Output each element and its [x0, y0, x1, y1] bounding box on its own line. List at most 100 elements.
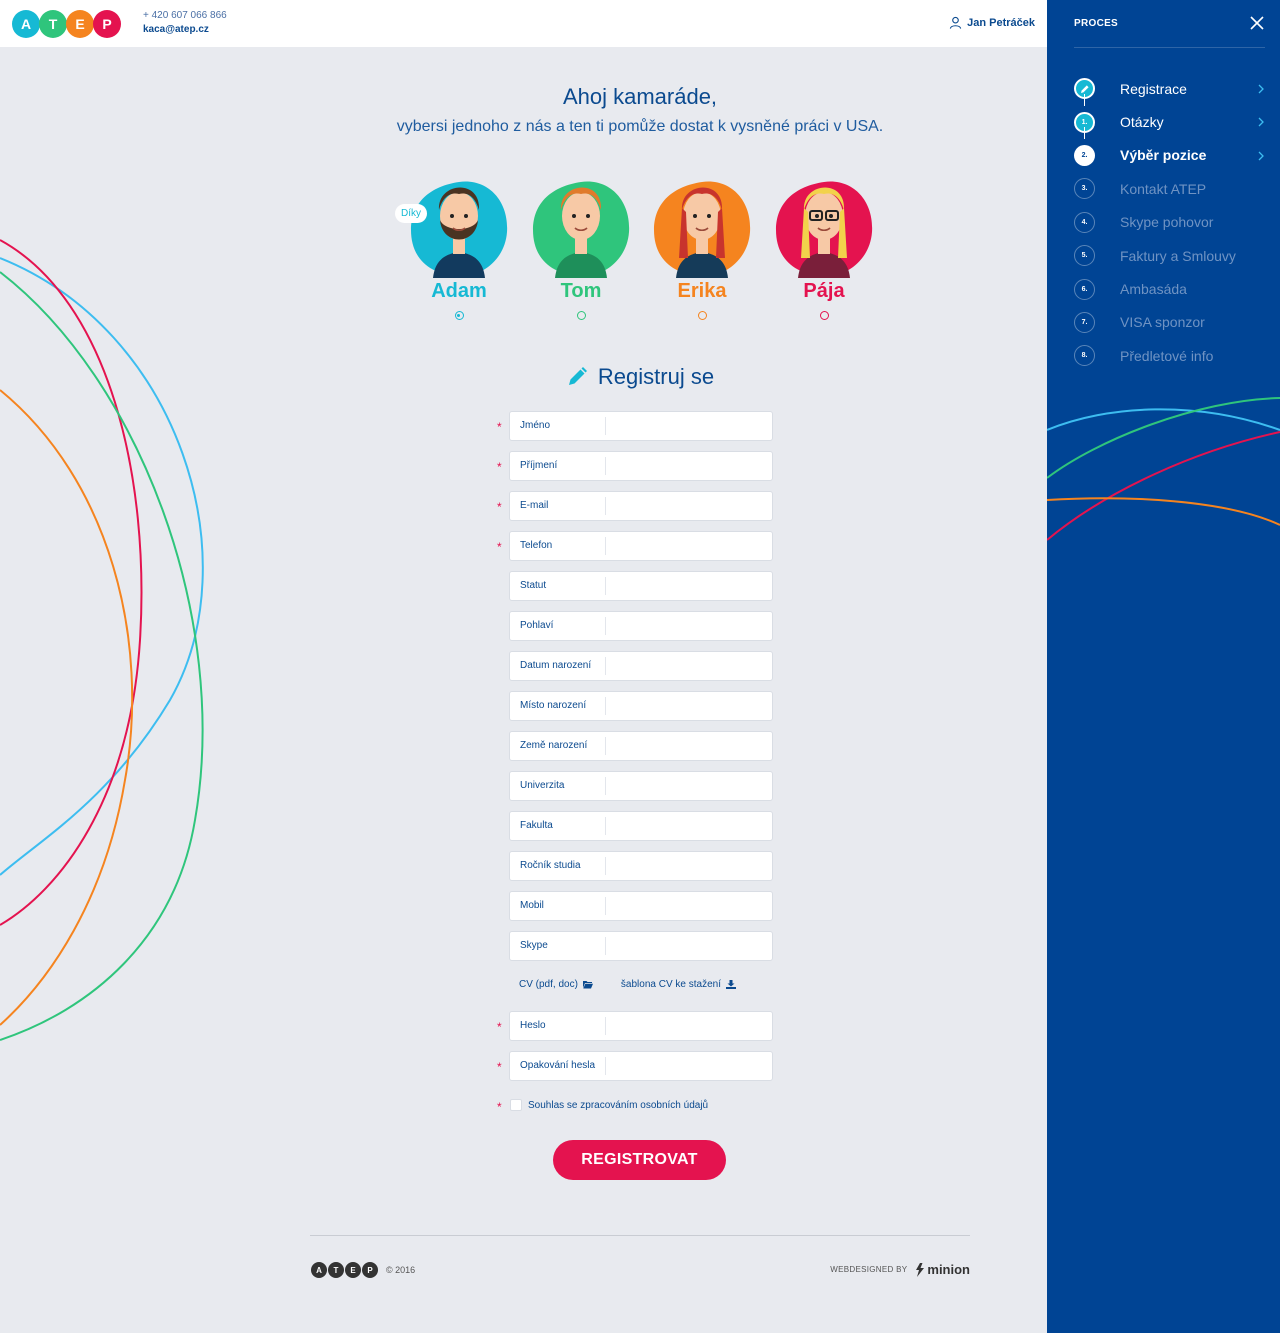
form-field: Telefon — [509, 531, 773, 561]
pencil-icon — [568, 367, 587, 385]
form-field: Ročník studia — [509, 851, 773, 881]
required-mark: * — [497, 1060, 502, 1074]
contact-info: + 420 607 066 866 kaca@atep.cz — [143, 9, 227, 37]
footer-logo-letter: E — [345, 1262, 361, 1278]
speech-bubble: Díky — [395, 204, 427, 223]
field-input[interactable] — [606, 812, 772, 840]
process-step-8: 7. VISA sponzor — [1074, 306, 1264, 339]
avatar-erika[interactable]: Erika — [652, 160, 752, 320]
field-input[interactable] — [606, 1012, 772, 1040]
field-input[interactable] — [606, 732, 772, 760]
process-step-6: 5. Faktury a Smlouvy — [1074, 239, 1264, 272]
field-input[interactable] — [606, 412, 772, 440]
form-field: Pohlaví — [509, 611, 773, 641]
cv-template-download-link[interactable]: šablona CV ke stažení — [621, 979, 736, 990]
step-label: VISA sponzor — [1120, 314, 1205, 331]
field-label: Fakulta — [510, 817, 606, 835]
avatar-name: Pája — [803, 280, 845, 302]
avatar-tom[interactable]: Tom — [531, 160, 631, 320]
download-icon — [725, 980, 736, 989]
field-label: Statut — [510, 577, 606, 595]
minion-logo: minion — [913, 1262, 970, 1277]
form-field: Datum narození — [509, 651, 773, 681]
step-number: 2. — [1074, 144, 1095, 166]
folder-open-icon — [582, 981, 593, 989]
user-icon — [949, 16, 962, 29]
process-step-4: 3. Kontakt ATEP — [1074, 172, 1264, 205]
field-label: Pohlaví — [510, 617, 606, 635]
field-label: Telefon — [510, 537, 606, 555]
greeting-title: Ahoj kamaráde, — [562, 84, 718, 109]
cv-upload-label: CV (pdf, doc) — [519, 979, 578, 990]
footer-credit[interactable]: WEBDESIGNED BY minion — [830, 1262, 970, 1277]
avatar-radio[interactable] — [454, 311, 464, 320]
field-label: Mobil — [510, 897, 606, 915]
step-number: 6. — [1074, 278, 1095, 300]
form-title: Registruj se — [0, 364, 1280, 390]
cv-template-label: šablona CV ke stažení — [620, 979, 721, 990]
avatar-radio[interactable] — [819, 311, 829, 320]
avatar-radio[interactable] — [697, 311, 707, 320]
decorative-curves-left — [0, 239, 204, 1041]
user-menu[interactable]: Jan Petráček — [949, 16, 1035, 29]
field-input[interactable] — [606, 852, 772, 880]
form-field: Skype — [509, 931, 773, 961]
avatar-illustration — [531, 160, 630, 278]
form-field: Univerzita — [509, 771, 773, 801]
field-label: Univerzita — [510, 777, 606, 795]
form-field: E-mail — [509, 491, 773, 521]
process-step-7: 6. Ambasáda — [1074, 272, 1264, 305]
contact-phone[interactable]: + 420 607 066 866 — [143, 9, 227, 23]
consent-label: Souhlas se zpracováním osobních údajů — [528, 1099, 709, 1111]
field-input[interactable] — [606, 652, 772, 680]
avatar-pája[interactable]: Pája — [774, 160, 874, 320]
register-button[interactable]: REGISTROVAT — [553, 1140, 726, 1180]
field-input[interactable] — [606, 532, 772, 560]
logo-letter: T — [39, 10, 67, 38]
close-icon[interactable] — [1250, 16, 1264, 30]
user-name: Jan Petráček — [967, 16, 1035, 29]
minion-mark-icon — [916, 1262, 925, 1277]
consent-checkbox[interactable] — [510, 1099, 522, 1111]
field-input[interactable] — [606, 692, 772, 720]
process-sidebar: PROCES Registrace 1. Otázky 2. Výběr pozice 3… — [1047, 0, 1280, 1333]
logo-letter: P — [93, 10, 121, 38]
field-input[interactable] — [606, 612, 772, 640]
field-input[interactable] — [606, 572, 772, 600]
field-label: Opakování hesla — [510, 1057, 606, 1075]
contact-email[interactable]: kaca@atep.cz — [143, 23, 227, 37]
avatar-adam[interactable]: Díky Adam — [395, 160, 509, 320]
field-label: Země narození — [510, 737, 606, 755]
field-label: Ročník studia — [510, 857, 606, 875]
cv-row: CV (pdf, doc) šablona CV ke stažení — [519, 979, 736, 990]
field-input[interactable] — [606, 892, 772, 920]
field-input[interactable] — [606, 932, 772, 960]
footer-logo: A T E P © 2016 — [311, 1262, 415, 1278]
field-label: Příjmení — [510, 457, 606, 475]
field-label: Skype — [510, 937, 606, 955]
step-number: 3. — [1074, 178, 1095, 200]
required-mark: * — [497, 1020, 502, 1034]
credit-prefix: WEBDESIGNED BY — [830, 1265, 908, 1274]
form-field: Příjmení — [509, 451, 773, 481]
required-mark: * — [497, 460, 502, 474]
field-input[interactable] — [606, 772, 772, 800]
required-mark: * — [497, 500, 502, 514]
field-input[interactable] — [606, 492, 772, 520]
cv-upload-link[interactable]: CV (pdf, doc) — [519, 979, 593, 990]
atep-logo[interactable]: ATEP — [12, 10, 121, 38]
form-field: Jméno — [509, 411, 773, 441]
footer-logo-letter: A — [311, 1262, 327, 1278]
form-field: Mobil — [509, 891, 773, 921]
greeting-subtitle: vybersi jednoho z nás a ten ti pomůže do… — [396, 118, 884, 135]
form-field: Místo narození — [509, 691, 773, 721]
field-input[interactable] — [606, 452, 772, 480]
avatar-radio[interactable] — [576, 311, 586, 320]
step-label: Výběr pozice — [1120, 147, 1207, 164]
process-step-3[interactable]: 2. Výběr pozice — [1074, 139, 1264, 172]
sidebar-title: PROCES — [1074, 18, 1119, 29]
step-label: Ambasáda — [1120, 281, 1187, 298]
field-input[interactable] — [606, 1052, 772, 1080]
chevron-right-icon — [1258, 151, 1264, 161]
form-field: Země narození — [509, 731, 773, 761]
